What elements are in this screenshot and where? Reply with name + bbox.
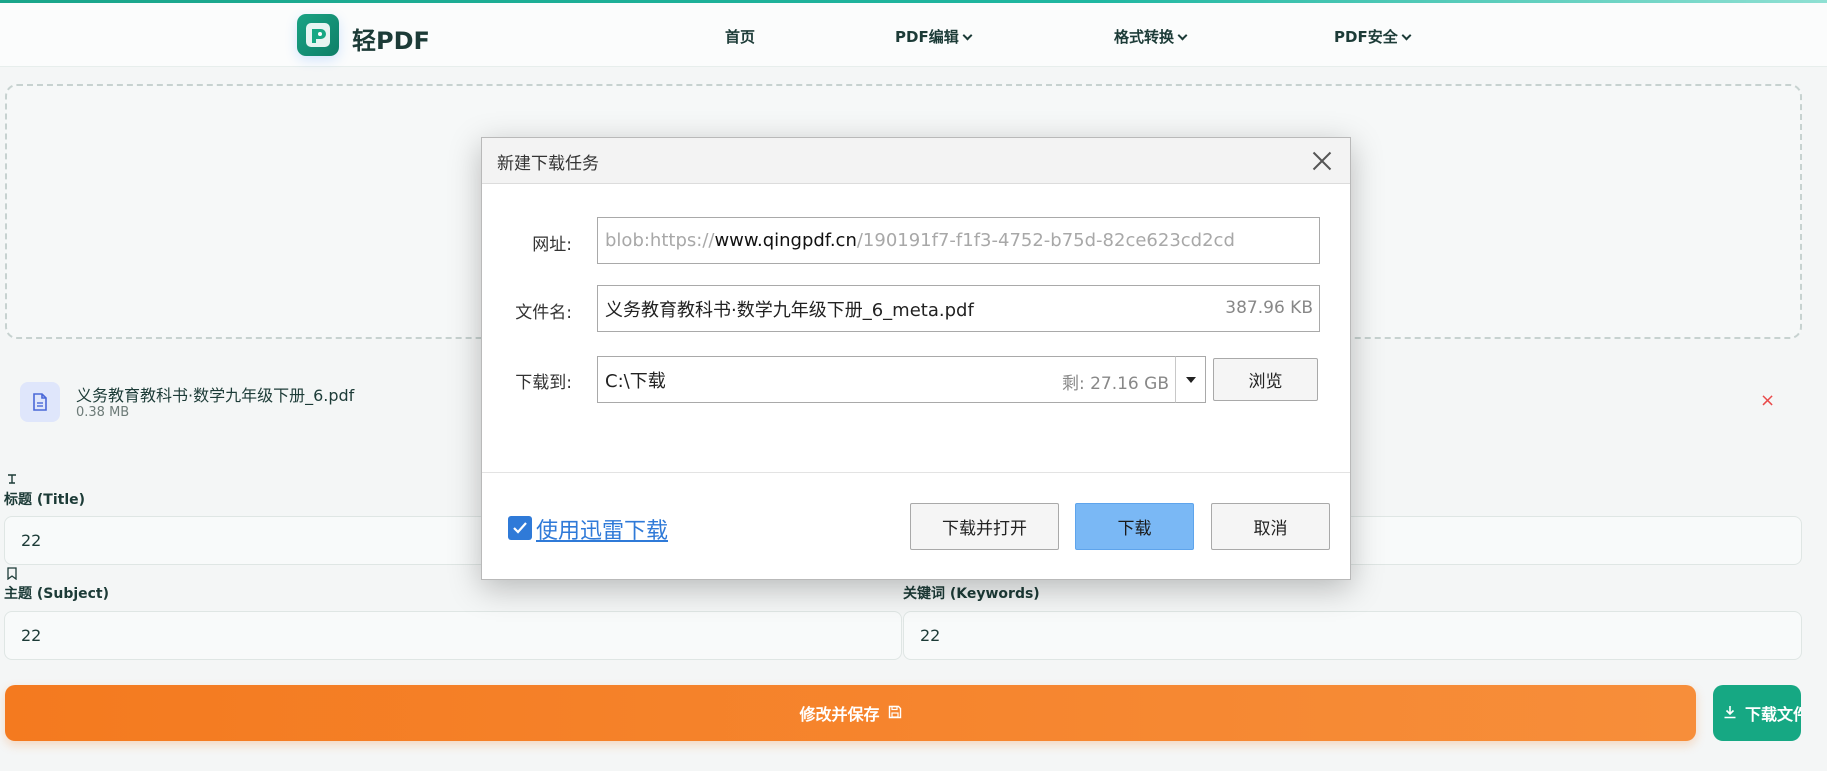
url-host: www.qingpdf.cn	[714, 230, 857, 251]
url-prefix: blob:https://	[605, 230, 715, 251]
saveto-dropdown-button[interactable]	[1175, 356, 1206, 403]
download-and-open-button[interactable]: 下载并打开	[910, 503, 1059, 550]
url-suffix: /190191f7-f1f3-4752-b75d-82ce623cd2cd	[856, 230, 1235, 251]
remove-file-button[interactable]: ×	[1760, 390, 1775, 411]
logo-icon[interactable]	[297, 14, 339, 56]
nav-format-convert[interactable]: 格式转换	[1114, 26, 1188, 47]
download-icon	[1723, 704, 1737, 723]
subject-input[interactable]: 22	[4, 611, 902, 660]
dialog-titlebar[interactable]: 新建下载任务	[482, 138, 1350, 184]
xunlei-bird-icon	[513, 522, 527, 534]
xunlei-checkbox[interactable]	[508, 516, 532, 540]
new-download-dialog: 新建下载任务 网址: blob:https://www.qingpdf.cn/1…	[481, 137, 1351, 580]
cancel-button[interactable]: 取消	[1211, 503, 1330, 550]
saveto-field[interactable]: C:\下载 剩: 27.16 GB	[597, 356, 1176, 403]
chevron-down-icon	[962, 30, 973, 40]
filename-field[interactable]: 义务教育教科书·数学九年级下册_6_meta.pdf 387.96 KB	[597, 285, 1320, 332]
nav-home[interactable]: 首页	[725, 26, 755, 47]
keywords-label: 关键词 (Keywords)	[903, 586, 1040, 602]
nav-pdf-edit[interactable]: PDF编辑	[895, 26, 973, 47]
dropdown-arrow-icon	[1185, 376, 1196, 383]
nav-pdf-edit-label: PDF编辑	[895, 28, 959, 46]
heading-icon	[6, 473, 18, 488]
saveto-value: C:\下载	[605, 370, 666, 392]
url-label: 网址:	[532, 235, 572, 255]
file-size: 0.38 MB	[76, 405, 130, 420]
file-name: 义务教育教科书·数学九年级下册_6.pdf	[76, 386, 355, 405]
bookmark-icon	[6, 567, 18, 583]
free-space: 剩: 27.16 GB	[1061, 374, 1169, 394]
save-icon	[888, 704, 902, 723]
chevron-down-icon	[1401, 30, 1412, 40]
file-icon	[20, 382, 60, 422]
keywords-input[interactable]: 22	[903, 611, 1802, 660]
nav-pdf-security[interactable]: PDF安全	[1334, 26, 1412, 47]
download-button[interactable]: 下载	[1075, 503, 1194, 550]
dialog-title: 新建下载任务	[497, 154, 599, 174]
use-xunlei-link[interactable]: 使用迅雷下载	[536, 513, 668, 545]
modify-save-button[interactable]: 修改并保存	[5, 685, 1696, 741]
site-header: 轻PDF 首页 PDF编辑 格式转换 PDF安全	[0, 3, 1827, 67]
saveto-label: 下载到:	[515, 373, 572, 393]
save-button-label: 修改并保存	[799, 705, 880, 724]
close-icon[interactable]	[1310, 149, 1334, 173]
logo-text[interactable]: 轻PDF	[352, 21, 430, 56]
dialog-separator	[482, 472, 1350, 473]
title-label: 标题 (Title)	[4, 492, 86, 508]
subject-label: 主题 (Subject)	[4, 586, 110, 602]
nav-pdf-security-label: PDF安全	[1334, 28, 1398, 46]
chevron-down-icon	[1177, 30, 1188, 40]
download-button-label: 下载文件	[1745, 705, 1801, 724]
url-field[interactable]: blob:https://www.qingpdf.cn/190191f7-f1f…	[597, 217, 1320, 264]
filename-value: 义务教育教科书·数学九年级下册_6_meta.pdf	[605, 299, 974, 321]
download-file-button[interactable]: 下载文件	[1713, 685, 1801, 741]
browse-button[interactable]: 浏览	[1213, 358, 1318, 401]
nav-home-label: 首页	[725, 28, 756, 46]
filename-size: 387.96 KB	[1225, 298, 1313, 318]
filename-label: 文件名:	[515, 303, 572, 323]
nav-format-convert-label: 格式转换	[1114, 28, 1175, 46]
